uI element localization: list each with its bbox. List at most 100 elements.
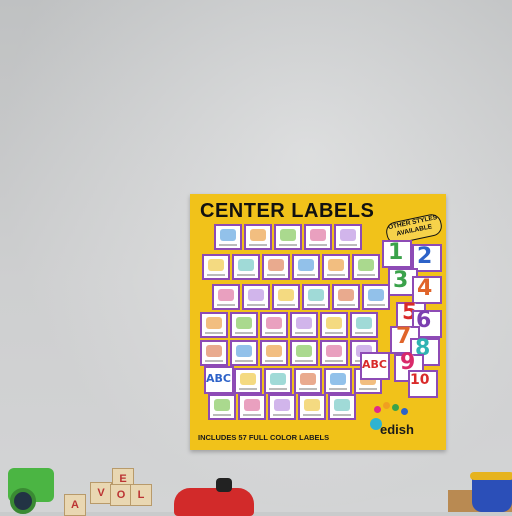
label-card <box>274 224 302 250</box>
label-card <box>244 224 272 250</box>
label-caption-line <box>337 304 355 306</box>
label-picture <box>300 373 316 385</box>
label-card <box>234 368 262 394</box>
label-picture <box>266 317 282 329</box>
label-caption-line <box>325 360 343 362</box>
label-caption-line <box>247 304 265 306</box>
label-caption-line <box>367 304 385 306</box>
label-picture <box>238 259 254 271</box>
label-card <box>304 224 332 250</box>
number-3: 3 <box>393 268 409 293</box>
abc-tile: ABC <box>206 372 231 385</box>
label-caption-line <box>273 414 291 416</box>
label-picture <box>244 399 260 411</box>
label-card <box>350 312 378 338</box>
toy-block: O <box>110 484 132 506</box>
label-caption-line <box>205 332 223 334</box>
label-picture <box>248 289 264 301</box>
label-picture <box>358 259 374 271</box>
label-caption-line <box>325 332 343 334</box>
label-caption-line <box>279 244 297 246</box>
label-caption-line <box>207 274 225 276</box>
label-picture <box>208 259 224 271</box>
label-card <box>352 254 380 280</box>
toy-block: V <box>90 482 112 504</box>
label-card <box>302 284 330 310</box>
label-card <box>324 368 352 394</box>
label-card <box>260 312 288 338</box>
label-caption-line <box>327 274 345 276</box>
label-card <box>212 284 240 310</box>
toy-block: A <box>64 494 86 516</box>
label-card <box>272 284 300 310</box>
label-caption-line <box>295 332 313 334</box>
label-picture <box>206 317 222 329</box>
label-picture <box>326 345 342 357</box>
bucket-rim <box>470 472 512 480</box>
label-picture <box>368 289 384 301</box>
label-card <box>298 394 326 420</box>
label-caption-line <box>269 388 287 390</box>
label-caption-line <box>235 360 253 362</box>
label-picture <box>250 229 266 241</box>
label-picture <box>328 259 344 271</box>
label-picture <box>206 345 222 357</box>
label-picture <box>308 289 324 301</box>
label-picture <box>240 373 256 385</box>
poster-footer: INCLUDES 57 FULL COLOR LABELS <box>198 433 330 442</box>
label-picture <box>278 289 294 301</box>
tractor-wheel <box>10 488 36 514</box>
label-caption-line <box>249 244 267 246</box>
label-card <box>322 254 350 280</box>
label-picture <box>298 259 314 271</box>
label-picture <box>236 317 252 329</box>
label-picture <box>326 317 342 329</box>
label-picture <box>266 345 282 357</box>
label-picture <box>334 399 350 411</box>
label-caption-line <box>237 274 255 276</box>
label-caption-line <box>333 414 351 416</box>
label-card <box>290 340 318 366</box>
label-caption-line <box>307 304 325 306</box>
number-4: 4 <box>417 276 433 301</box>
label-card <box>294 368 322 394</box>
label-caption-line <box>217 304 235 306</box>
label-picture <box>270 373 286 385</box>
label-caption-line <box>309 244 327 246</box>
label-card <box>320 340 348 366</box>
label-card <box>260 340 288 366</box>
label-card <box>362 284 390 310</box>
label-picture <box>356 317 372 329</box>
label-picture <box>296 345 312 357</box>
label-picture <box>310 229 326 241</box>
label-card <box>230 312 258 338</box>
poster-title: CENTER LABELS <box>200 200 375 222</box>
label-card <box>292 254 320 280</box>
label-caption-line <box>265 360 283 362</box>
edish-logo: edish <box>380 422 414 437</box>
label-picture <box>340 229 356 241</box>
label-picture <box>304 399 320 411</box>
label-caption-line <box>265 332 283 334</box>
label-card <box>328 394 356 420</box>
label-caption-line <box>205 360 223 362</box>
label-caption-line <box>213 414 231 416</box>
number-2: 2 <box>417 244 433 269</box>
label-caption-line <box>359 388 377 390</box>
label-picture <box>214 399 230 411</box>
label-card <box>230 340 258 366</box>
label-picture <box>296 317 312 329</box>
label-card <box>334 224 362 250</box>
abc-tile: ABC <box>362 358 387 371</box>
label-picture <box>274 399 290 411</box>
label-picture <box>338 289 354 301</box>
number-10: 10 <box>410 372 430 388</box>
label-card <box>262 254 290 280</box>
label-picture <box>280 229 296 241</box>
label-caption-line <box>297 274 315 276</box>
toy-block: L <box>130 484 152 506</box>
label-caption-line <box>357 274 375 276</box>
label-card <box>232 254 260 280</box>
label-caption-line <box>243 414 261 416</box>
label-picture <box>268 259 284 271</box>
